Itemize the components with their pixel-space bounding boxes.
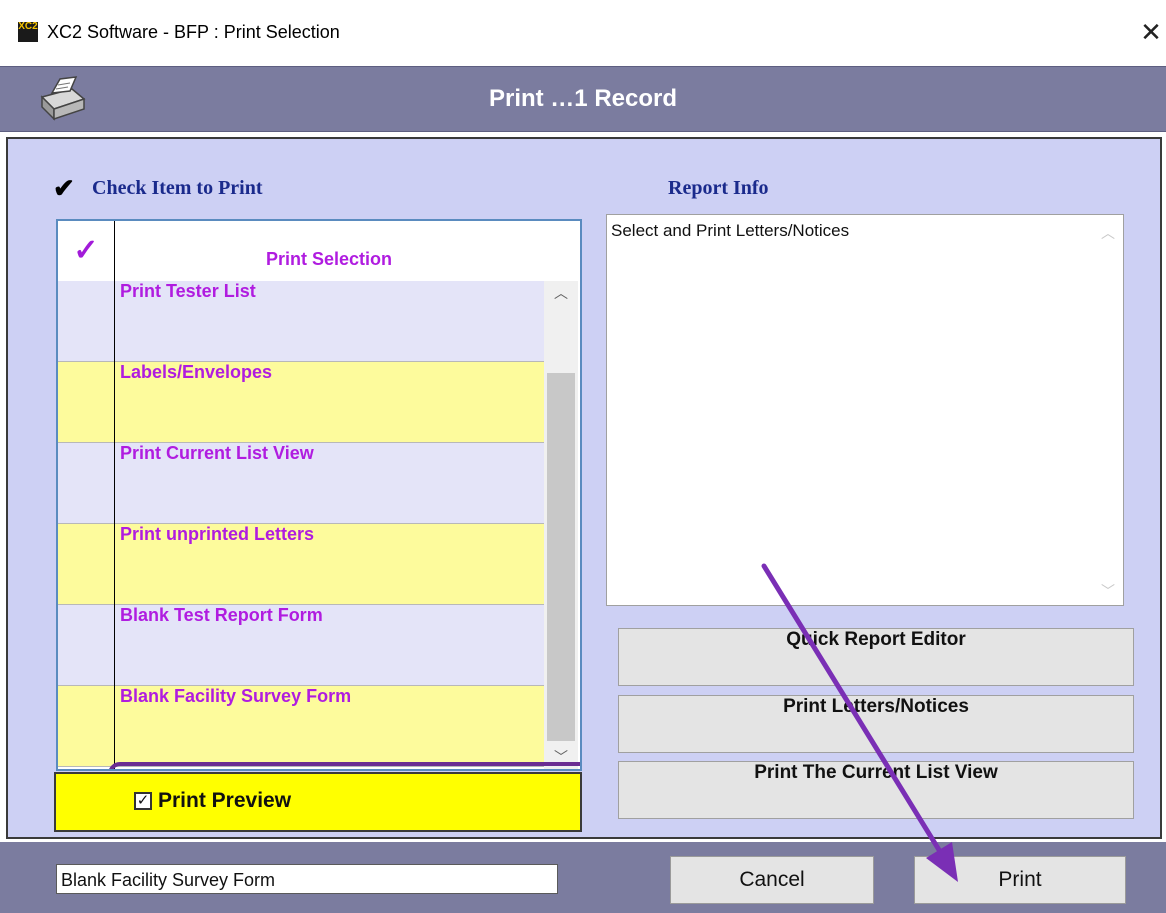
grid-header: ✓ Print Selection [58, 221, 580, 281]
header-band: Print …1 Record [0, 66, 1166, 132]
print-letters-notices-button[interactable]: Print Letters/Notices [618, 695, 1134, 753]
scroll-up-icon[interactable]: ︿ [1101, 223, 1115, 243]
print-button[interactable]: Print [914, 856, 1126, 904]
list-item-selected[interactable]: Blank Facility Survey Form [58, 686, 544, 767]
header-title: Print …1 Record [488, 85, 678, 112]
list-item-label: Print Tester List [120, 281, 256, 301]
list-item[interactable]: Labels/Envelopes [58, 362, 544, 443]
list-item-label: Print unprinted Letters [120, 524, 315, 544]
list-item[interactable]: Blank Test Report Form [58, 605, 544, 686]
selected-item-field: Blank Facility Survey Form [56, 864, 558, 894]
check-column-icon: ✓ [73, 234, 99, 267]
window-title: XC2 Software - BFP : Print Selection [47, 22, 340, 42]
column-header-print-selection: Print Selection [265, 249, 393, 269]
report-info-text: Select and Print Letters/Notices [611, 221, 850, 240]
quick-report-editor-button[interactable]: Quick Report Editor [618, 628, 1134, 686]
list-item-label: Labels/Envelopes [120, 362, 273, 382]
list-item[interactable]: Print Tester List [58, 281, 544, 362]
report-info-textarea[interactable]: Select and Print Letters/Notices ︿ ﹀ [606, 214, 1124, 606]
list-item-label: Print Current List View [120, 443, 314, 463]
print-preview-checkbox[interactable]: ✓ [134, 792, 152, 810]
scroll-down-icon[interactable]: ﹀ [1101, 581, 1115, 601]
scroll-thumb[interactable] [547, 373, 575, 741]
list-item[interactable]: Print unprinted Letters [58, 524, 544, 605]
list-item-label: Blank Test Report Form [120, 605, 323, 625]
right-heading: Report Info [668, 177, 769, 199]
main-panel: ✔ Check Item to Print Report Info ✓ Prin… [6, 137, 1162, 839]
print-selection-grid[interactable]: ✓ Print Selection Print Tester List Labe… [56, 219, 582, 771]
bottom-bar: Blank Facility Survey Form Cancel Print [0, 842, 1166, 913]
list-item[interactable]: Print Current List View [58, 443, 544, 524]
app-logo-icon: XC2 [18, 22, 38, 42]
print-preview-bar: ✓ Print Preview [54, 772, 582, 832]
selection-highlight-outline [108, 762, 580, 769]
print-current-list-view-button[interactable]: Print The Current List View [618, 761, 1134, 819]
scroll-up-icon[interactable]: ︿ [544, 281, 578, 305]
column-divider [114, 221, 115, 769]
print-preview-label[interactable]: Print Preview [158, 789, 291, 813]
window-titlebar: XC2 XC2 Software - BFP : Print Selection… [0, 0, 1166, 66]
checkmark-icon: ✔ [53, 173, 75, 203]
close-icon[interactable]: ✕ [1136, 14, 1166, 50]
left-heading: Check Item to Print [92, 177, 263, 199]
list-item-label: Blank Facility Survey Form [120, 686, 352, 706]
cancel-button[interactable]: Cancel [670, 856, 874, 904]
grid-scrollbar[interactable]: ︿ ﹀ [544, 281, 578, 769]
